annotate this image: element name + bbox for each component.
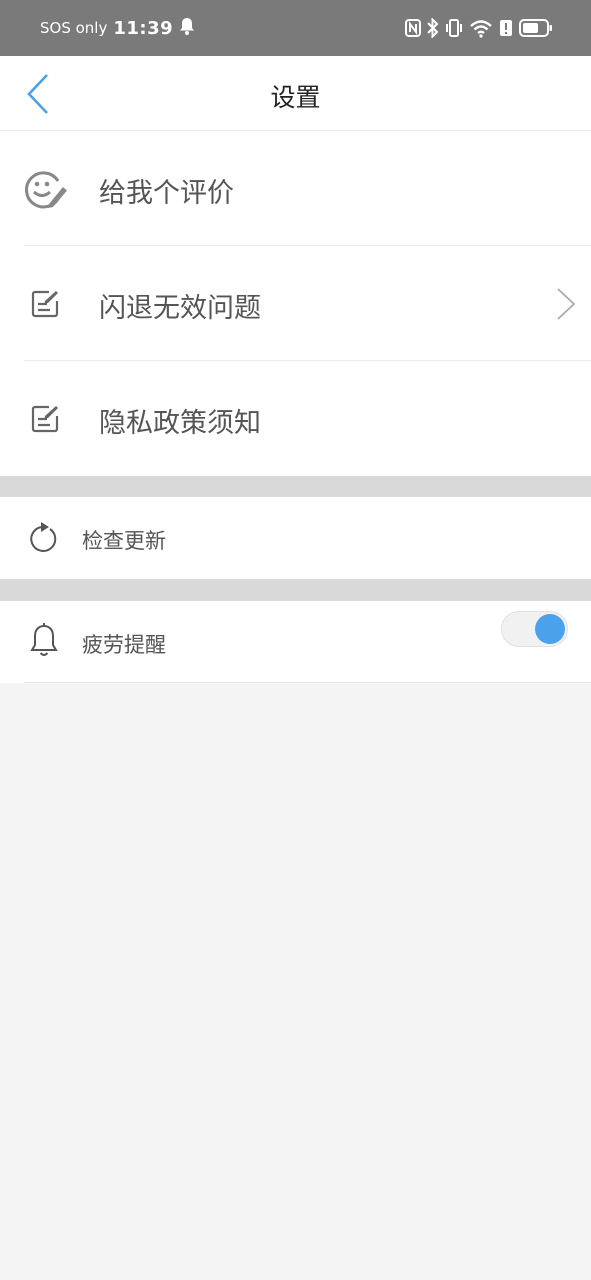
divider <box>24 682 591 683</box>
rate-app-item[interactable]: 给我个评价 <box>0 131 591 246</box>
section-separator <box>0 579 591 601</box>
privacy-policy-label: 隐私政策须知 <box>99 408 261 439</box>
crash-issue-label: 闪退无效问题 <box>99 293 261 324</box>
chevron-right-icon <box>557 288 576 320</box>
section-separator <box>0 476 591 497</box>
carrier-text: SOS only <box>40 19 108 37</box>
status-right <box>405 18 553 38</box>
bell-icon <box>179 17 195 39</box>
crash-issue-item[interactable]: 闪退无效问题 <box>0 246 591 361</box>
page-title: 设置 <box>270 83 321 112</box>
note-edit-icon <box>22 282 68 326</box>
fatigue-reminder-label: 疲劳提醒 <box>82 633 166 657</box>
note-edit-icon <box>22 397 68 441</box>
check-update-item[interactable]: 检查更新 <box>0 497 591 579</box>
refresh-icon <box>28 521 60 555</box>
menu-group: 给我个评价 闪退无效问题 隐私政策须知 <box>0 131 591 476</box>
status-left: SOS only 11:39 <box>40 17 195 39</box>
fatigue-reminder-toggle[interactable] <box>501 611 568 647</box>
check-update-label: 检查更新 <box>82 529 166 553</box>
vibrate-icon <box>445 18 463 38</box>
toggle-knob <box>535 614 565 644</box>
smiley-edit-icon <box>22 167 68 211</box>
title-bar: 设置 <box>0 56 591 131</box>
wifi-icon <box>469 18 493 38</box>
privacy-policy-item[interactable]: 隐私政策须知 <box>0 361 591 476</box>
bluetooth-icon <box>427 18 439 38</box>
rate-app-label: 给我个评价 <box>99 178 234 209</box>
status-bar: SOS only 11:39 <box>0 0 591 56</box>
battery-icon <box>519 18 553 38</box>
fatigue-reminder-item: 疲劳提醒 <box>0 601 591 683</box>
alert-icon <box>499 19 513 37</box>
bell-outline-icon <box>28 623 60 657</box>
nfc-icon <box>405 19 421 37</box>
clock-text: 11:39 <box>113 17 174 39</box>
